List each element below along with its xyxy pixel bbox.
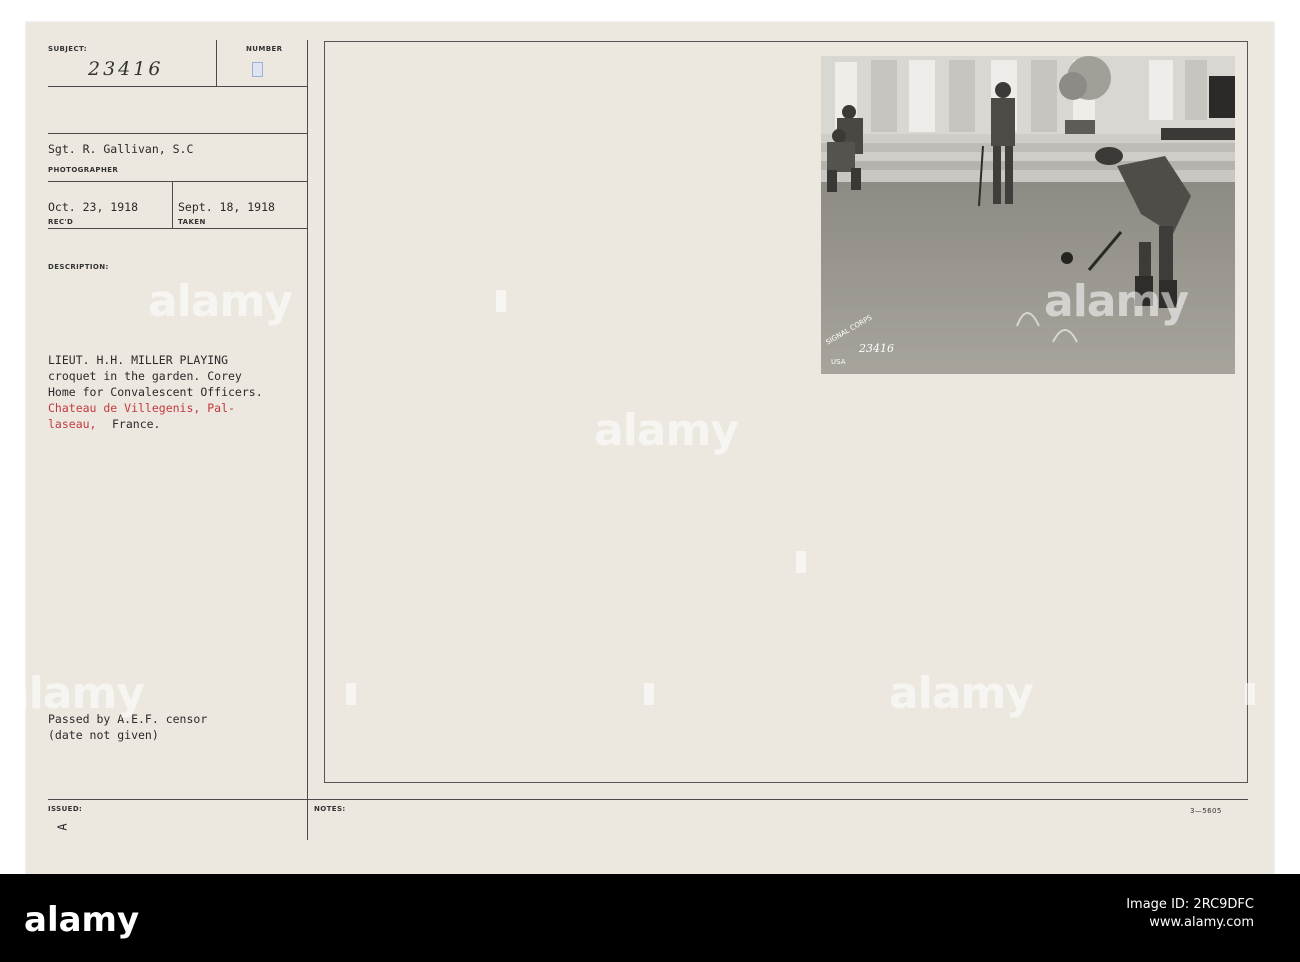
watermark-mark-4 bbox=[644, 683, 654, 705]
rule-3 bbox=[48, 181, 308, 182]
photographer-label: PHOTOGRAPHER bbox=[48, 166, 119, 174]
watermark-5: alamy bbox=[889, 668, 1034, 719]
vertical-divider-left bbox=[307, 40, 308, 840]
description-location-1: Chateau de Villegenis, Pal- bbox=[48, 401, 235, 415]
photo-stamp-number: 23416 bbox=[859, 342, 894, 355]
watermark-4: alamy bbox=[0, 668, 145, 719]
description-location-2: laseau, bbox=[48, 417, 97, 431]
photo-stamp-usa: USA bbox=[831, 358, 846, 366]
description-line-2: croquet in the garden. Corey bbox=[48, 369, 242, 383]
recd-label: REC'D bbox=[48, 218, 74, 226]
watermark-1: alamy bbox=[148, 276, 293, 327]
watermark-mark-5 bbox=[1245, 683, 1255, 705]
received-date: Oct. 23, 1918 bbox=[48, 200, 139, 214]
watermark-2: alamy bbox=[594, 405, 739, 456]
notes-label: NOTES: bbox=[314, 805, 346, 813]
footer-url[interactable]: www.alamy.com bbox=[1126, 914, 1254, 932]
rule-bottom bbox=[48, 799, 1248, 800]
watermark-mark-1 bbox=[496, 290, 506, 312]
rule-2 bbox=[48, 133, 308, 134]
issued-label: ISSUED: bbox=[48, 805, 83, 813]
description-line-1: LIEUT. H.H. MILLER PLAYING bbox=[48, 353, 229, 367]
censor-line-2: (date not given) bbox=[48, 728, 159, 742]
number-label: NUMBER bbox=[246, 45, 283, 53]
number-stamp bbox=[252, 62, 263, 77]
rule-1 bbox=[48, 86, 308, 87]
taken-date: Sept. 18, 1918 bbox=[178, 200, 275, 214]
photographer-name: Sgt. R. Gallivan, S.C bbox=[48, 142, 194, 156]
description-country: France. bbox=[112, 417, 161, 431]
description-label: DESCRIPTION: bbox=[48, 263, 109, 271]
watermark-mark-2 bbox=[796, 551, 806, 573]
subject-number: 23416 bbox=[88, 58, 164, 80]
number-divider bbox=[216, 40, 217, 86]
stock-footer: alamy Image ID: 2RC9DFC www.alamy.com bbox=[0, 874, 1300, 962]
rule-4 bbox=[48, 228, 308, 229]
footer-image-id: Image ID: 2RC9DFC bbox=[1126, 897, 1254, 912]
footer-brand-logo[interactable]: alamy bbox=[24, 900, 139, 940]
form-code: 3—5605 bbox=[1190, 807, 1222, 815]
watermark-3: alamy bbox=[1044, 276, 1189, 327]
date-divider bbox=[172, 182, 173, 228]
watermark-mark-3 bbox=[346, 683, 356, 705]
issued-mark: A bbox=[55, 823, 70, 831]
taken-label: TAKEN bbox=[178, 218, 206, 226]
subject-label: SUBJECT: bbox=[48, 45, 87, 53]
description-line-3: Home for Convalescent Officers. bbox=[48, 385, 263, 399]
footer-image-info: Image ID: 2RC9DFC www.alamy.com bbox=[1126, 896, 1254, 932]
